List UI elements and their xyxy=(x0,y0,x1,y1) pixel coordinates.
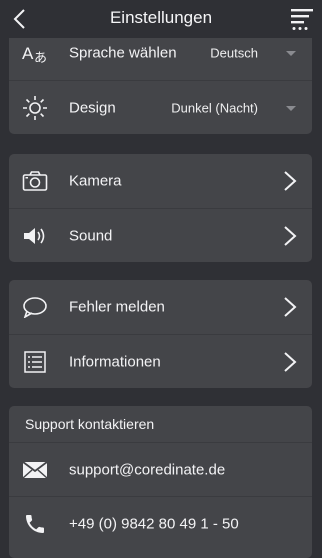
report-error-label: Fehler melden xyxy=(69,298,165,316)
camera-icon xyxy=(21,167,49,195)
information-label: Informationen xyxy=(69,353,161,370)
display-settings-card: A あ Sprache wählen Deutsch Design Dunkel… xyxy=(9,26,312,134)
back-button[interactable] xyxy=(4,4,34,34)
page-title: Einstellungen xyxy=(109,8,213,27)
language-dropdown-icon[interactable] xyxy=(286,51,296,56)
chevron-right-icon xyxy=(284,171,297,191)
email-row[interactable]: support@coredinate.de xyxy=(9,442,312,496)
media-settings-card: Kamera Sound xyxy=(9,154,312,262)
chevron-right-icon xyxy=(284,351,297,372)
sound-row[interactable]: Sound xyxy=(9,208,312,262)
chevron-right-icon xyxy=(284,225,297,246)
list-icon xyxy=(21,348,49,376)
language-value[interactable]: Deutsch xyxy=(210,46,258,61)
envelope-icon xyxy=(21,456,49,484)
design-dropdown-icon[interactable] xyxy=(286,105,296,111)
design-value[interactable]: Dunkel (Nacht) xyxy=(171,100,258,115)
speech-bubble-icon xyxy=(21,293,49,321)
chevron-right-icon xyxy=(284,297,297,317)
support-email-link[interactable]: support@coredinate.de xyxy=(69,461,225,478)
menu-icon xyxy=(291,9,313,30)
menu-button[interactable] xyxy=(290,6,316,32)
design-label: Design xyxy=(69,99,116,116)
sound-label: Sound xyxy=(69,227,113,244)
support-title: Support kontaktieren xyxy=(25,416,155,432)
language-icon: A あ xyxy=(21,39,49,67)
language-label: Sprache wählen xyxy=(69,44,177,62)
sun-icon xyxy=(21,94,49,122)
info-card: Fehler melden Informationen xyxy=(9,280,312,388)
camera-row[interactable]: Kamera xyxy=(9,154,312,208)
speaker-icon xyxy=(21,222,49,250)
support-header: Support kontaktieren xyxy=(9,406,312,442)
phone-row[interactable]: +49 (0) 9842 80 49 1 - 50 xyxy=(9,496,312,550)
chevron-left-icon xyxy=(13,9,25,29)
app-header: Einstellungen xyxy=(0,0,322,38)
report-error-row[interactable]: Fehler melden xyxy=(9,280,312,334)
support-phone-link[interactable]: +49 (0) 9842 80 49 1 - 50 xyxy=(69,515,239,532)
design-row[interactable]: Design Dunkel (Nacht) xyxy=(9,80,312,134)
support-card: Support kontaktieren support@coredinate.… xyxy=(9,406,312,558)
svg-text:あ: あ xyxy=(34,51,47,66)
svg-text:A: A xyxy=(22,44,34,63)
information-row[interactable]: Informationen xyxy=(9,334,312,388)
camera-label: Kamera xyxy=(69,172,122,190)
phone-icon xyxy=(21,510,49,538)
